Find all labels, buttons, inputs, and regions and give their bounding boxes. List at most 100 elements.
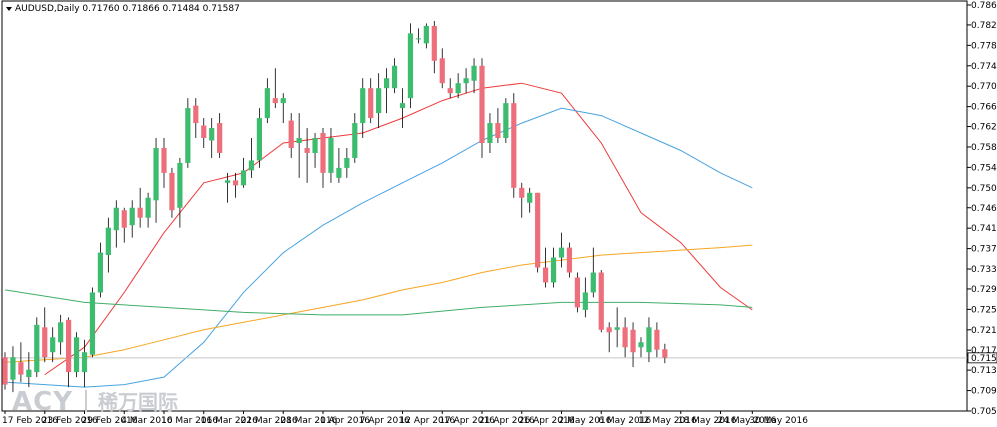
candle-body-bull [527,192,533,203]
candle [479,58,485,158]
candle-body-bull [73,337,80,373]
candle-body-bull [487,123,493,143]
candle-body-bear [121,210,127,228]
candle-body-bull [638,342,644,348]
candle-body-bear [193,105,199,124]
y-tick-label: 0.70520 [971,407,997,417]
candle [566,242,573,278]
chart-title: AUDUSD,Daily 0.71760 0.71866 0.71484 0.7… [15,4,240,14]
current-price-tag: 0.71587 [967,352,997,364]
candle-body-bull [455,83,461,94]
candle-body-bull [50,337,56,353]
candle [73,332,80,378]
candle-body-bull [129,207,135,226]
candle-body-bull [209,128,215,141]
candle-body-bear [566,247,573,273]
candle-body-bull [153,147,159,201]
candle-body-bear [42,327,48,358]
candle-body-bear [272,98,278,104]
candle-body-bear [622,327,628,348]
candle-body-bear [439,58,445,84]
candle-body-bear [479,65,485,143]
candle-body-bull [384,78,390,89]
candle-body-bull [503,103,509,139]
candle-body-bull [185,108,191,163]
y-tick-label: 0.75000 [971,184,997,194]
candle-body-bull [89,292,96,355]
candle [169,167,175,218]
watermark-logo: ACY [12,387,73,417]
candle-body-bear [217,123,223,153]
candle-body-bear [495,123,501,139]
x-tick-label: 30 May 2016 [749,416,808,426]
candle-body-bear [630,329,636,353]
candle-body-bear [598,272,604,330]
y-tick-label: 0.78270 [971,21,997,31]
candle-body-bear [161,147,167,173]
candle-body-bear [662,349,668,358]
candle-body-bear [137,207,143,218]
candle-body-bear [2,357,8,385]
y-tick-label: 0.77860 [971,41,997,51]
y-tick-label: 0.72970 [971,285,997,295]
candle-body-bull [296,138,302,143]
candle-body-bull [240,170,247,186]
candle [511,93,517,198]
candle-body-bear [447,88,453,94]
candle-body-bull [558,247,565,258]
candle-body-bull [34,324,40,373]
candle-body-bear [288,120,294,148]
candle-body-bull [582,292,588,310]
candle-body-bull [614,327,620,330]
y-tick-label: 0.72560 [971,305,997,315]
candle-body-bull [352,123,358,158]
candle-body-bull [10,357,16,380]
candle-body-bull [646,327,652,353]
candle-body-bear [169,172,175,211]
candle-body-bear [519,187,525,198]
candle [185,98,191,168]
candle-body-bull [407,33,414,99]
candle-body-bull [590,272,596,293]
y-tick-label: 0.76230 [971,123,997,133]
candle-body-bear [368,88,374,119]
candle-body-bull [312,138,318,153]
candle-body-bull [550,257,557,283]
candle [34,317,40,378]
candle-body-bull [105,227,111,256]
candle-body-bull [328,138,334,173]
candle [535,192,541,273]
candle-body-bear [535,192,541,268]
candle-body-bull [463,78,469,84]
candle-body-bull [423,25,429,44]
candle-body-bear [543,267,549,283]
candle-body-bear [606,327,612,333]
y-tick-label: 0.76630 [971,103,997,113]
y-tick-label: 0.72150 [971,326,997,336]
y-tick-label: 0.74600 [971,204,997,214]
candle-body-bull [399,103,406,109]
candle-body-bull [471,65,477,81]
candle-body-bull [391,65,398,89]
candle-body-bull [264,88,270,119]
y-tick-label: 0.75410 [971,163,997,173]
y-tick-label: 0.74190 [971,224,997,234]
candle-body-bull [360,88,366,124]
candle-body-bull [415,38,421,40]
candle-body-bull [256,118,262,161]
candle-body-bear [66,319,72,373]
candle-body-bear [18,362,24,375]
candle [574,272,580,313]
candle-body-bull [113,207,119,231]
y-tick-label: 0.78670 [971,1,997,11]
candle-body-bear [511,103,517,188]
candle-body-bull [225,180,231,183]
y-tick-label: 0.77040 [971,82,997,92]
price-chart[interactable]: ACY 稀万国际 AUDUSD,Daily 0.71760 0.71866 0.… [0,0,997,427]
candle-body-bull [248,160,255,171]
candle [598,270,604,333]
watermark-chinese-name: 稀万国际 [98,390,178,414]
candle-body-bull [145,197,151,218]
chart-header: AUDUSD,Daily 0.71760 0.71866 0.71484 0.7… [6,4,240,14]
candle-body-bull [344,157,350,168]
